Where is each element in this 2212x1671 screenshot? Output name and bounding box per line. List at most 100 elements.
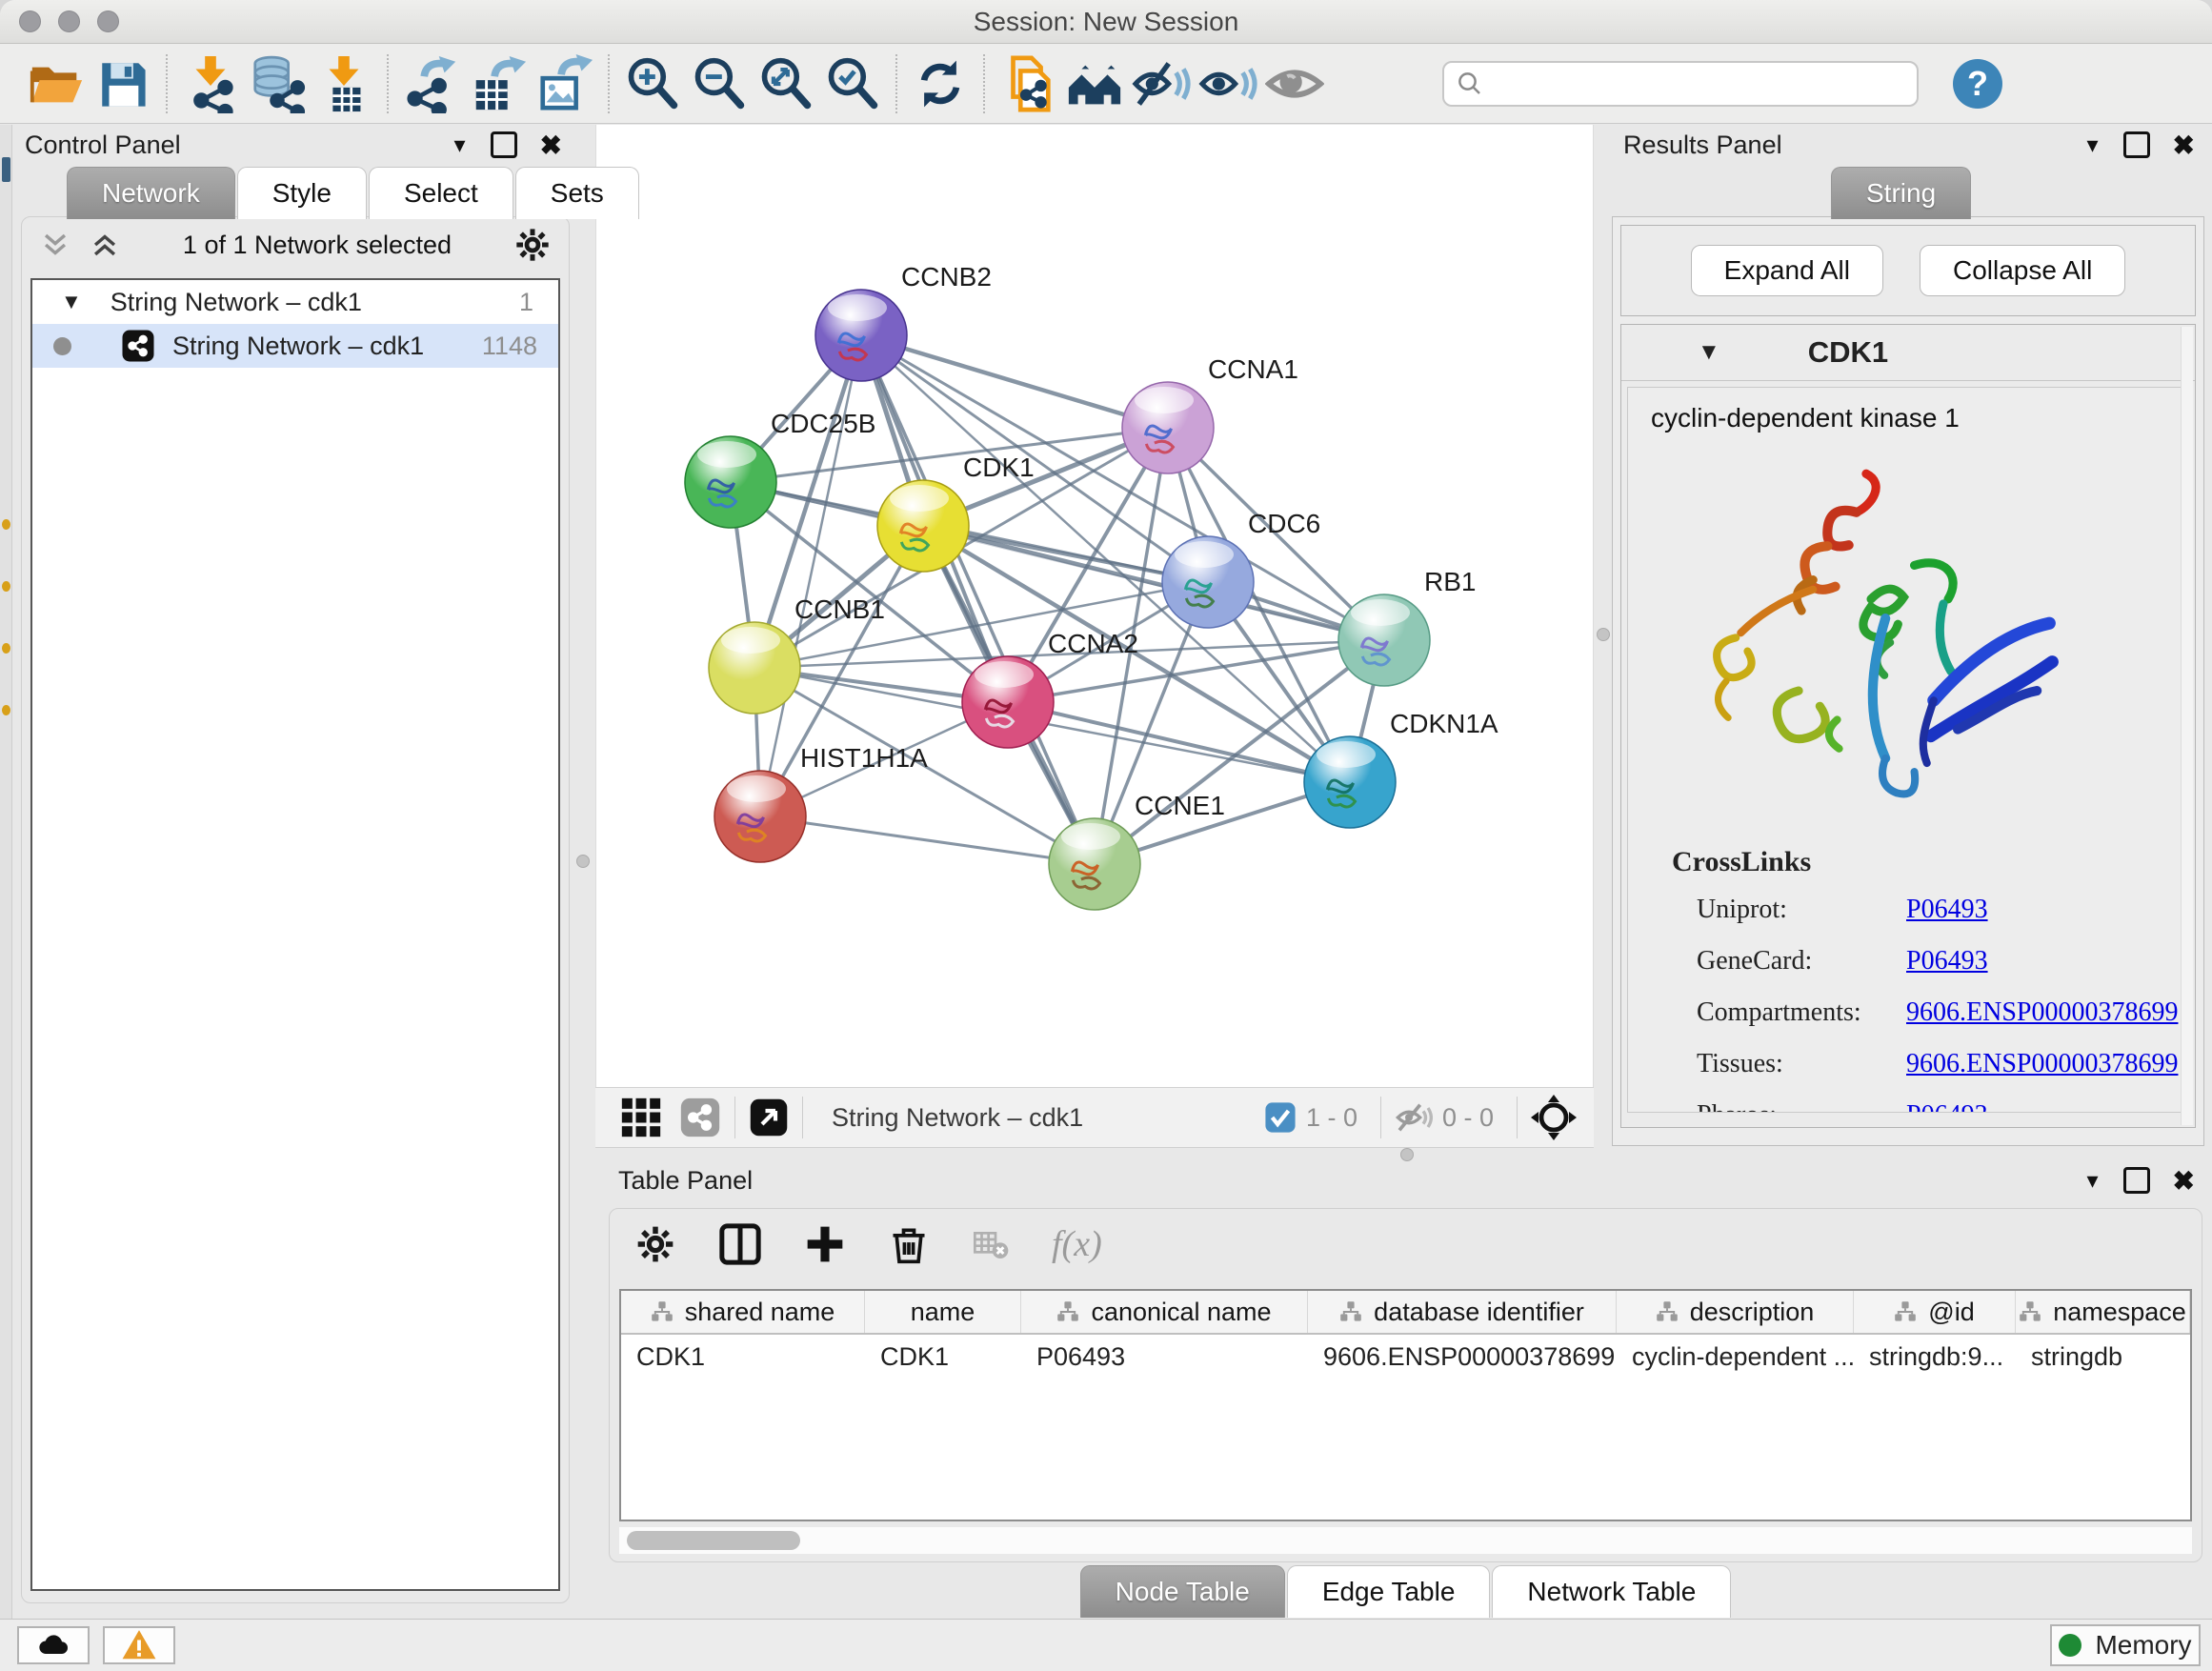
tab-style[interactable]: Style: [237, 167, 367, 219]
network-view-share-icon[interactable]: [679, 1097, 721, 1138]
network-edge[interactable]: [861, 335, 1168, 428]
minimize-window-button[interactable]: [58, 10, 80, 32]
duplicate-network-icon[interactable]: [995, 50, 1061, 117]
table-cell[interactable]: 9606.ENSP00000378699: [1308, 1335, 1617, 1379]
collapse-all-button[interactable]: Collapse All: [1920, 245, 2125, 296]
table-panel-float-icon[interactable]: [2123, 1167, 2150, 1194]
crosslink-link[interactable]: P06493: [1906, 946, 1988, 976]
traffic-lights[interactable]: [19, 10, 119, 32]
table-row[interactable]: CDK1CDK1P064939606.ENSP00000378699cyclin…: [621, 1335, 2190, 1379]
network-edge[interactable]: [861, 335, 1095, 864]
zoom-fit-icon[interactable]: [753, 50, 819, 117]
network-node-hist1h1a[interactable]: HIST1H1A: [714, 743, 928, 862]
network-view-canvas[interactable]: CCNB2CCNA1CDC25BCDK1CDC6RB1CCNB1CCNA2CDK…: [595, 125, 1594, 1087]
network-node-cdk1[interactable]: CDK1: [877, 453, 1035, 572]
right-splitter-handle[interactable]: [1597, 628, 1610, 641]
network-collection-row[interactable]: ▼ String Network – cdk1 1: [32, 280, 558, 324]
table-cell[interactable]: cyclin-dependent ...: [1617, 1335, 1854, 1379]
maximize-window-button[interactable]: [97, 10, 119, 32]
save-session-icon[interactable]: [90, 50, 156, 117]
control-panel-close-icon[interactable]: ✖: [540, 130, 562, 161]
export-network-icon[interactable]: [398, 50, 465, 117]
network-node-ccnb2[interactable]: CCNB2: [815, 262, 992, 381]
import-network-file-icon[interactable]: [177, 50, 244, 117]
control-panel-menu-icon[interactable]: ▾: [453, 131, 465, 159]
column-header[interactable]: @id: [1854, 1291, 2016, 1333]
results-scrollbar[interactable]: [2181, 327, 2193, 1125]
tab-network[interactable]: Network: [67, 167, 235, 219]
results-panel-close-icon[interactable]: ✖: [2173, 130, 2195, 161]
open-session-icon[interactable]: [23, 50, 90, 117]
table-panel-close-icon[interactable]: ✖: [2173, 1165, 2195, 1197]
collection-expand-triangle[interactable]: ▼: [61, 290, 82, 314]
crosslink-link[interactable]: P06493: [1906, 1100, 1988, 1113]
crosslink-link[interactable]: 9606.ENSP00000378699: [1906, 1049, 2178, 1079]
detach-view-icon[interactable]: [749, 1097, 789, 1137]
collapse-all-chevrons-icon[interactable]: [89, 229, 121, 261]
results-panel-float-icon[interactable]: [2123, 131, 2150, 158]
horizontal-splitter-handle[interactable]: [1400, 1148, 1414, 1161]
grid-view-icon[interactable]: [620, 1097, 662, 1138]
expand-all-button[interactable]: Expand All: [1691, 245, 1883, 296]
network-node-rb1[interactable]: RB1: [1338, 567, 1476, 686]
table-cell[interactable]: CDK1: [621, 1335, 865, 1379]
import-table-file-icon[interactable]: [311, 50, 377, 117]
tab-edge-table[interactable]: Edge Table: [1287, 1565, 1491, 1618]
table-cell[interactable]: stringdb: [2016, 1335, 2190, 1379]
network-row-selected[interactable]: String Network – cdk1 11 48: [32, 324, 558, 368]
tab-node-table[interactable]: Node Table: [1080, 1565, 1285, 1618]
warning-status-button[interactable]: [103, 1626, 175, 1664]
column-header[interactable]: database identifier: [1308, 1291, 1617, 1333]
export-table-icon[interactable]: [465, 50, 532, 117]
hide-selected-eye-slash-icon[interactable]: [1128, 50, 1195, 117]
preview-eye-icon[interactable]: [1261, 50, 1328, 117]
network-edge[interactable]: [760, 816, 1095, 864]
network-graph[interactable]: CCNB2CCNA1CDC25BCDK1CDC6RB1CCNB1CCNA2CDK…: [596, 125, 1593, 1085]
toolbar-search-field[interactable]: [1442, 61, 1919, 107]
column-header[interactable]: namespace: [2016, 1291, 2190, 1333]
help-button[interactable]: ?: [1953, 59, 2002, 109]
expand-all-chevrons-icon[interactable]: [39, 229, 71, 261]
welcome-screen-icon[interactable]: [1061, 50, 1128, 117]
network-node-ccna2[interactable]: CCNA2: [962, 629, 1138, 748]
selected-checkbox-icon[interactable]: [1264, 1101, 1297, 1134]
show-all-eye-icon[interactable]: [1195, 50, 1261, 117]
tab-sets[interactable]: Sets: [515, 167, 639, 219]
show-columns-icon[interactable]: [718, 1222, 762, 1266]
crosslink-link[interactable]: P06493: [1906, 895, 1988, 925]
network-node-ccna1[interactable]: CCNA1: [1122, 354, 1298, 473]
entry-collapse-triangle[interactable]: ▼: [1698, 339, 1720, 366]
zoom-in-icon[interactable]: [619, 50, 686, 117]
table-cell[interactable]: stringdb:9...: [1854, 1335, 2016, 1379]
control-panel-float-icon[interactable]: [491, 131, 517, 158]
results-panel-menu-icon[interactable]: ▾: [2086, 131, 2098, 159]
table-horizontal-scrollbar[interactable]: [619, 1527, 2192, 1554]
network-node-ccne1[interactable]: CCNE1: [1049, 791, 1225, 910]
column-header[interactable]: name: [865, 1291, 1021, 1333]
crosslink-link[interactable]: 9606.ENSP00000378699: [1906, 997, 2178, 1028]
left-splitter-handle[interactable]: [576, 855, 590, 868]
network-node-cdkn1a[interactable]: CDKN1A: [1304, 709, 1498, 828]
pan-crosshair-icon[interactable]: [1531, 1095, 1577, 1140]
search-input[interactable]: [1494, 68, 1905, 99]
scrollbar-thumb[interactable]: [627, 1531, 800, 1550]
table-panel-menu-icon[interactable]: ▾: [2086, 1167, 2098, 1195]
delete-column-trash-icon[interactable]: [888, 1223, 930, 1265]
export-image-icon[interactable]: [532, 50, 598, 117]
column-header[interactable]: canonical name: [1021, 1291, 1308, 1333]
network-options-gear-icon[interactable]: [513, 226, 552, 264]
refresh-view-icon[interactable]: [907, 50, 974, 117]
memory-button[interactable]: Memory: [2050, 1624, 2201, 1666]
tab-select[interactable]: Select: [369, 167, 513, 219]
cloud-status-button[interactable]: [17, 1626, 90, 1664]
import-network-database-icon[interactable]: [244, 50, 311, 117]
add-column-icon[interactable]: [804, 1223, 846, 1265]
close-window-button[interactable]: [19, 10, 41, 32]
table-cell[interactable]: CDK1: [865, 1335, 1021, 1379]
entry-header[interactable]: ▼ CDK1: [1621, 325, 2195, 381]
hidden-eye-slash-icon[interactable]: [1395, 1098, 1433, 1137]
table-options-gear-icon[interactable]: [634, 1223, 676, 1265]
tab-network-table[interactable]: Network Table: [1492, 1565, 1731, 1618]
network-edge[interactable]: [1008, 702, 1350, 782]
column-header[interactable]: description: [1617, 1291, 1854, 1333]
